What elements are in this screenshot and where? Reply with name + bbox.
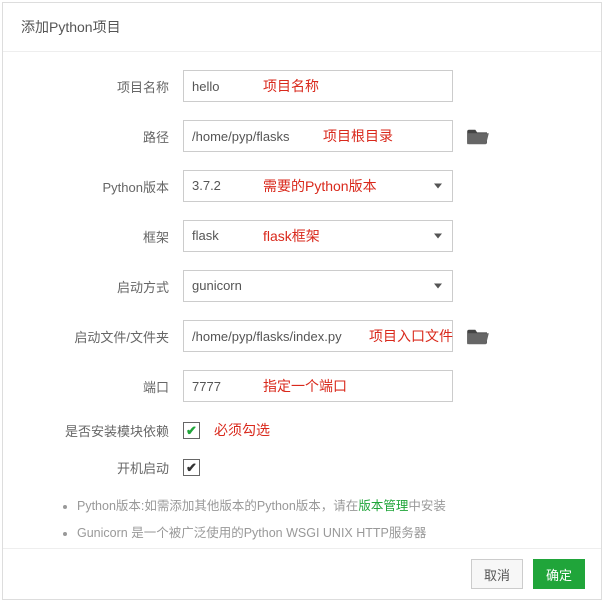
hint-item: Python版本:如需添加其他版本的Python版本，请在版本管理中安装: [77, 495, 571, 514]
control-framework: flask flask框架: [183, 220, 453, 252]
framework-select[interactable]: flask: [183, 220, 453, 252]
label-install-deps: 是否安装模块依赖: [33, 421, 183, 440]
label-entry: 启动文件/文件夹: [33, 327, 183, 346]
cancel-button[interactable]: 取消: [471, 559, 523, 589]
python-version-select[interactable]: 3.7.2: [183, 170, 453, 202]
control-port: 指定一个端口: [183, 370, 453, 402]
label-name: 项目名称: [33, 77, 183, 96]
chevron-down-icon: [434, 184, 442, 189]
row-port: 端口 指定一个端口: [33, 370, 571, 402]
add-python-project-dialog: 添加Python项目 项目名称 项目名称 路径 项目根目录 Python版本: [2, 2, 602, 600]
row-framework: 框架 flask flask框架: [33, 220, 571, 252]
python-version-value: 3.7.2: [192, 178, 221, 193]
folder-icon[interactable]: [467, 327, 489, 345]
row-runmode: 启动方式 gunicorn: [33, 270, 571, 302]
chevron-down-icon: [434, 234, 442, 239]
label-path: 路径: [33, 127, 183, 146]
hint-text: 中安装: [408, 499, 446, 513]
hints-list: Python版本:如需添加其他版本的Python版本，请在版本管理中安装 Gun…: [33, 495, 571, 548]
annot-install-deps: 必须勾选: [214, 420, 270, 440]
row-name: 项目名称 项目名称: [33, 70, 571, 102]
boot-on-start-checkbox[interactable]: [183, 459, 200, 476]
entry-file-input[interactable]: [183, 320, 453, 352]
hint-item: Gunicorn 是一个被广泛使用的Python WSGI UNIX HTTP服…: [77, 522, 571, 541]
version-manage-link[interactable]: 版本管理: [358, 499, 408, 513]
port-input[interactable]: [183, 370, 453, 402]
control-path: 项目根目录: [183, 120, 453, 152]
control-entry: 项目入口文件: [183, 320, 453, 352]
label-boot: 开机启动: [33, 458, 183, 477]
ok-button[interactable]: 确定: [533, 559, 585, 589]
row-path: 路径 项目根目录: [33, 120, 571, 152]
control-name: 项目名称: [183, 70, 453, 102]
label-framework: 框架: [33, 227, 183, 246]
row-entry: 启动文件/文件夹 项目入口文件: [33, 320, 571, 352]
label-pyver: Python版本: [33, 177, 183, 196]
dialog-body: 项目名称 项目名称 路径 项目根目录 Python版本 3.7.2: [3, 52, 601, 548]
runmode-value: gunicorn: [192, 278, 242, 293]
control-pyver: 3.7.2 需要的Python版本: [183, 170, 453, 202]
row-pyver: Python版本 3.7.2 需要的Python版本: [33, 170, 571, 202]
framework-value: flask: [192, 228, 219, 243]
label-runmode: 启动方式: [33, 277, 183, 296]
label-port: 端口: [33, 377, 183, 396]
row-install-deps: 是否安装模块依赖 必须勾选: [33, 420, 571, 440]
row-boot: 开机启动: [33, 458, 571, 477]
project-name-input[interactable]: [183, 70, 453, 102]
project-path-input[interactable]: [183, 120, 453, 152]
hint-text: Python版本:如需添加其他版本的Python版本，请在: [77, 499, 358, 513]
install-deps-checkbox[interactable]: [183, 422, 200, 439]
dialog-title: 添加Python项目: [3, 3, 601, 52]
control-runmode: gunicorn: [183, 270, 453, 302]
folder-icon[interactable]: [467, 127, 489, 145]
runmode-select[interactable]: gunicorn: [183, 270, 453, 302]
chevron-down-icon: [434, 284, 442, 289]
dialog-footer: 取消 确定: [3, 548, 601, 599]
